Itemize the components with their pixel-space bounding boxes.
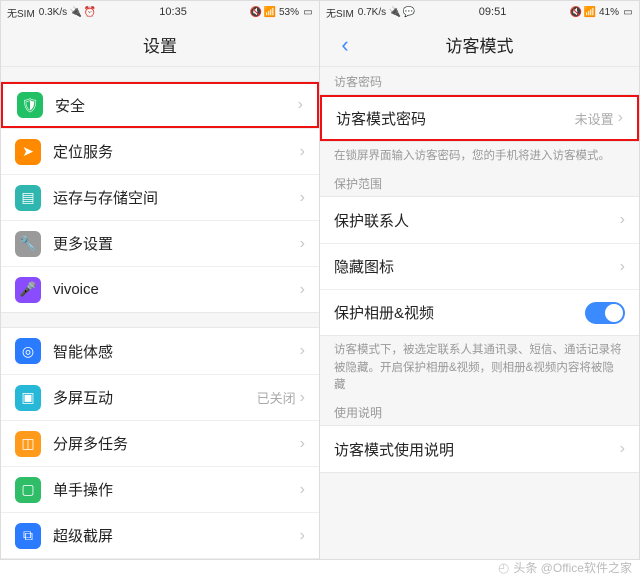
row-splitscreen[interactable]: ◫ 分屏多任务 › xyxy=(1,420,319,466)
row-location[interactable]: ➤ 定位服务 › xyxy=(1,128,319,174)
guest-mode-list: 访客密码 访客模式密码 未设置 › 在锁屏界面输入访客密码，您的手机将进入访客模… xyxy=(320,67,639,559)
chevron-right-icon: › xyxy=(300,189,305,207)
back-button[interactable]: ‹ xyxy=(330,23,360,67)
row-label: vivoice xyxy=(53,281,300,298)
battery-icon: ▭ xyxy=(303,7,313,17)
chevron-right-icon: › xyxy=(300,527,305,545)
section-password-label: 访客密码 xyxy=(320,67,639,94)
carrier-label: 无SIM xyxy=(7,5,35,20)
net-speed: 0.7K/s xyxy=(358,7,386,18)
chevron-right-icon: › xyxy=(620,258,625,276)
onehand-icon: ▢ xyxy=(15,477,41,503)
wifi-icon: 📶 xyxy=(585,7,595,17)
row-storage[interactable]: ▤ 运存与存储空间 › xyxy=(1,174,319,220)
mic-icon: 🎤 xyxy=(15,277,41,303)
row-label: 安全 xyxy=(55,95,298,116)
row-guest-password[interactable]: 访客模式密码 未设置 › xyxy=(320,95,639,141)
split-icon: ◫ xyxy=(15,431,41,457)
row-protect-contacts[interactable]: 保护联系人 › xyxy=(320,197,639,243)
row-smart-motion[interactable]: ◎ 智能体感 › xyxy=(1,328,319,374)
phone-settings: 无SIM 0.3K/s 🔌 ⏰ 10:35 🔇 📶 53% ▭ 设置 🛡 安全 xyxy=(1,1,320,559)
row-protect-album[interactable]: 保护相册&视频 xyxy=(320,289,639,335)
wrench-icon: 🔧 xyxy=(15,231,41,257)
row-label: 运存与存储空间 xyxy=(53,187,300,208)
row-label: 隐藏图标 xyxy=(334,256,620,277)
scope-description: 访客模式下，被选定联系人其通讯录、短信、通话记录将被隐藏。开启保护相册&视频，则… xyxy=(320,336,639,398)
battery-pct: 41% xyxy=(599,7,619,18)
row-label: 访客模式密码 xyxy=(336,108,575,129)
row-app-clone[interactable]: ◧ 应用分身 › xyxy=(1,558,319,559)
row-label: 定位服务 xyxy=(53,141,300,162)
row-label: 多屏互动 xyxy=(53,387,257,408)
row-label: 智能体感 xyxy=(53,341,300,362)
chevron-right-icon: › xyxy=(300,281,305,299)
row-label: 更多设置 xyxy=(53,233,300,254)
multiscreen-icon: ▣ xyxy=(15,385,41,411)
wechat-icon: 💬 xyxy=(404,7,414,17)
phone-guest-mode: 无SIM 0.7K/s 🔌 💬 09:51 🔇 📶 41% ▭ ‹ 访客模式 访… xyxy=(320,1,639,559)
carrier-label: 无SIM xyxy=(326,5,354,20)
row-multiscreen[interactable]: ▣ 多屏互动 已关闭 › xyxy=(1,374,319,420)
chevron-right-icon: › xyxy=(620,211,625,229)
watermark-icon: ◴ xyxy=(498,560,509,576)
row-label: 分屏多任务 xyxy=(53,433,300,454)
titlebar: ‹ 访客模式 xyxy=(320,23,639,67)
chevron-right-icon: › xyxy=(300,435,305,453)
row-value: 未设置 xyxy=(575,109,614,128)
row-label: 访客模式使用说明 xyxy=(334,439,620,460)
row-more-settings[interactable]: 🔧 更多设置 › xyxy=(1,220,319,266)
usb-icon: 🔌 xyxy=(71,7,81,17)
battery-icon: ▭ xyxy=(623,7,633,17)
section-usage-label: 使用说明 xyxy=(320,398,639,425)
alarm-icon: ⏰ xyxy=(85,7,95,17)
chevron-right-icon: › xyxy=(300,235,305,253)
mute-icon: 🔇 xyxy=(251,7,261,17)
watermark-text: 头条 @Office软件之家 xyxy=(513,559,632,576)
row-onehand[interactable]: ▢ 单手操作 › xyxy=(1,466,319,512)
storage-icon: ▤ xyxy=(15,185,41,211)
chevron-right-icon: › xyxy=(300,389,305,407)
net-speed: 0.3K/s xyxy=(39,7,67,18)
shield-icon: 🛡 xyxy=(17,92,43,118)
row-vivoice[interactable]: 🎤 vivoice › xyxy=(1,266,319,312)
chevron-right-icon: › xyxy=(300,481,305,499)
row-security[interactable]: 🛡 安全 › xyxy=(1,82,319,128)
row-value: 已关闭 xyxy=(257,388,296,407)
clock: 10:35 xyxy=(159,6,187,18)
status-bar: 无SIM 0.3K/s 🔌 ⏰ 10:35 🔇 📶 53% ▭ xyxy=(1,1,319,23)
titlebar: 设置 xyxy=(1,23,319,67)
status-bar: 无SIM 0.7K/s 🔌 💬 09:51 🔇 📶 41% ▭ xyxy=(320,1,639,23)
row-label: 保护联系人 xyxy=(334,210,620,231)
section-scope-label: 保护范围 xyxy=(320,169,639,196)
chevron-right-icon: › xyxy=(618,109,623,127)
page-title: 设置 xyxy=(143,32,177,57)
settings-list: 🛡 安全 › ➤ 定位服务 › ▤ 运存与存储空间 › 🔧 更多设置 xyxy=(1,67,319,559)
row-super-screenshot[interactable]: ⧉ 超级截屏 › xyxy=(1,512,319,558)
toggle-protect-album[interactable] xyxy=(585,302,625,324)
clock: 09:51 xyxy=(479,6,507,18)
row-label: 单手操作 xyxy=(53,479,300,500)
chevron-right-icon: › xyxy=(300,143,305,161)
wifi-icon: 📶 xyxy=(265,7,275,17)
password-description: 在锁屏界面输入访客密码，您的手机将进入访客模式。 xyxy=(320,142,639,169)
mute-icon: 🔇 xyxy=(571,7,581,17)
row-usage-guide[interactable]: 访客模式使用说明 › xyxy=(320,426,639,472)
location-icon: ➤ xyxy=(15,139,41,165)
row-label: 保护相册&视频 xyxy=(334,302,585,323)
page-title: 访客模式 xyxy=(446,32,514,57)
watermark: ◴ 头条 @Office软件之家 xyxy=(498,559,632,576)
screenshot-icon: ⧉ xyxy=(15,523,41,549)
motion-icon: ◎ xyxy=(15,338,41,364)
row-label: 超级截屏 xyxy=(53,525,300,546)
chevron-right-icon: › xyxy=(298,96,303,114)
chevron-right-icon: › xyxy=(620,440,625,458)
battery-pct: 53% xyxy=(279,7,299,18)
usb-icon: 🔌 xyxy=(390,7,400,17)
chevron-right-icon: › xyxy=(300,342,305,360)
row-hide-icons[interactable]: 隐藏图标 › xyxy=(320,243,639,289)
